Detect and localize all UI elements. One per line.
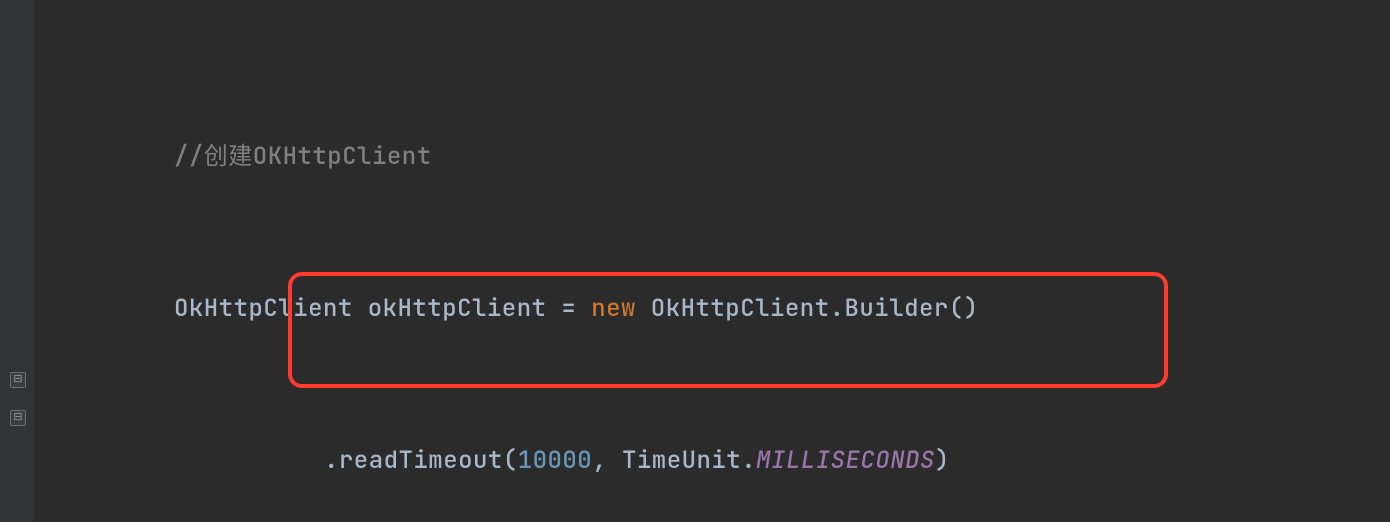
code-line: OkHttpClient okHttpClient = new OkHttpCl… xyxy=(34,290,1390,328)
editor-gutter: ⊟ ⊟ xyxy=(0,0,34,522)
fold-marker-icon[interactable]: ⊟ xyxy=(10,410,26,426)
code-editor[interactable]: ⊟ ⊟ //创建OKHttpClient OkHttpClient okHttp… xyxy=(0,0,1390,522)
code-line: .readTimeout(10000, TimeUnit.MILLISECOND… xyxy=(34,442,1390,480)
fold-marker-icon[interactable]: ⊟ xyxy=(10,372,26,388)
comment-text: //创建OKHttpClient xyxy=(174,141,432,172)
code-area[interactable]: //创建OKHttpClient OkHttpClient okHttpClie… xyxy=(34,0,1390,522)
code-line: //创建OKHttpClient xyxy=(34,138,1390,176)
